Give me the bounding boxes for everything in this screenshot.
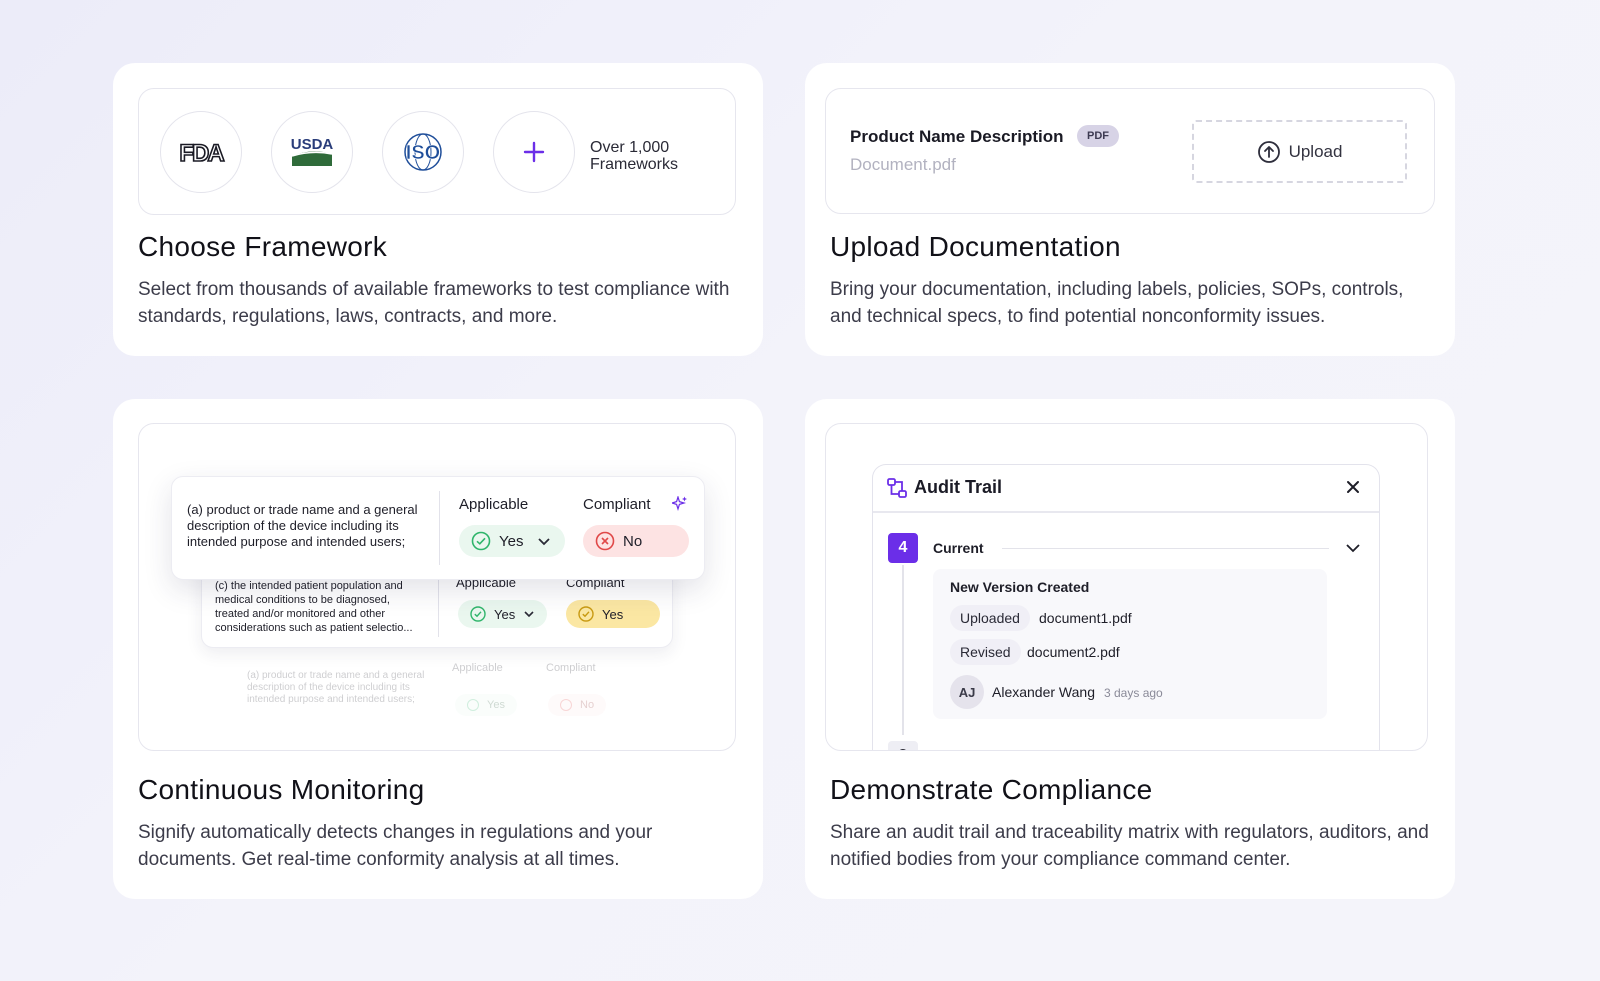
fda-logo[interactable]: FDA [160, 111, 242, 193]
event-title: New Version Created [950, 579, 1090, 595]
svg-text:USDA: USDA [291, 136, 334, 153]
user-name: Alexander Wang [992, 684, 1095, 700]
audit-trail-title: Audit Trail [914, 477, 1003, 497]
add-framework-button[interactable] [493, 111, 575, 193]
iso-logo[interactable]: ISO [382, 111, 464, 193]
next-version-badge: 3 [888, 741, 918, 750]
chevron-down-icon [524, 611, 534, 618]
check-circle-icon [578, 606, 594, 622]
upload-button[interactable]: Upload [1192, 120, 1407, 183]
timeline-line [902, 565, 904, 735]
usda-logo-icon: USDA [291, 136, 334, 166]
x-icon [560, 699, 572, 711]
chevron-down-icon[interactable] [1345, 540, 1361, 556]
framework-logos-box: FDA USDA ISO Over 1,000 Frameworks [138, 88, 736, 215]
audit-trail-panel: Audit Trail 4 Current New Version Create… [872, 464, 1380, 750]
compliance-card: Audit Trail 4 Current New Version Create… [805, 399, 1455, 899]
upload-arrow-icon [1257, 140, 1280, 163]
framework-count-line2: Frameworks [590, 156, 679, 173]
applicable-value-middle: Yes [494, 606, 516, 622]
monitoring-title: Continuous Monitoring [138, 774, 425, 805]
applicable-label-back: Applicable [452, 662, 503, 674]
version-number: 4 [898, 539, 908, 556]
compliance-preview: Audit Trail 4 Current New Version Create… [825, 423, 1428, 751]
upload-title: Upload Documentation [830, 231, 1121, 262]
panel-header-divider [873, 511, 1379, 513]
compliant-label-front: Compliant [583, 496, 651, 513]
avatar-initials: AJ [958, 684, 976, 700]
framework-card: FDA USDA ISO Over 1,000 Frameworks Choos… [113, 63, 763, 356]
compliant-value-front: No [623, 532, 643, 550]
revised-file[interactable]: document2.pdf [1027, 644, 1120, 660]
requirement-row-front: (a) product or trade name and a general … [171, 476, 705, 580]
event-time: 3 days ago [1104, 686, 1163, 700]
applicable-select-middle[interactable]: Yes [458, 600, 548, 628]
document-name: Product Name Description [850, 127, 1064, 146]
fda-logo-icon: FDA [179, 139, 228, 165]
next-version-number: 3 [899, 747, 908, 750]
document-filename: Document.pdf [850, 155, 956, 174]
framework-title: Choose Framework [138, 231, 388, 262]
upload-description: Bring your documentation, including labe… [830, 279, 1404, 327]
applicable-select-front[interactable]: Yes [459, 525, 565, 557]
compliance-title: Demonstrate Compliance [830, 774, 1153, 805]
compliant-select-front[interactable]: No [583, 525, 689, 557]
compliant-value-middle: Yes [602, 606, 624, 622]
divider-front [439, 491, 440, 565]
monitoring-description: Signify automatically detects changes in… [138, 822, 653, 870]
check-icon [467, 699, 479, 711]
compliant-select-back[interactable]: No [548, 694, 607, 716]
requirement-text-front: (a) product or trade name and a general … [187, 502, 418, 549]
applicable-value-front: Yes [499, 532, 524, 550]
requirement-text-middle: (c) the intended patient population and … [215, 580, 413, 634]
compliant-label-back: Compliant [546, 662, 596, 674]
plus-icon [523, 141, 545, 163]
requirement-text-back: (a) product or trade name and a general … [247, 670, 425, 705]
pdf-badge: PDF [1077, 125, 1119, 147]
uploaded-file[interactable]: document1.pdf [1039, 610, 1132, 626]
chevron-down-icon [538, 538, 551, 546]
upload-card: Product Name Description PDF Document.pd… [805, 63, 1455, 356]
svg-text:ISO: ISO [406, 142, 440, 164]
framework-description: Select from thousands of available frame… [138, 279, 730, 327]
version-line [1002, 548, 1329, 549]
avatar: AJ [950, 675, 984, 709]
applicable-select-back[interactable]: Yes [455, 694, 517, 716]
monitoring-preview: (a) product or trade name and a general … [138, 423, 736, 751]
applicable-label-front: Applicable [459, 496, 529, 513]
upload-label: Upload [1288, 141, 1343, 161]
usda-logo[interactable]: USDA [271, 111, 353, 193]
svg-text:FDA: FDA [179, 140, 224, 165]
version-label: Current [933, 540, 984, 556]
compliance-description: Share an audit trail and traceability ma… [830, 822, 1429, 870]
close-icon[interactable] [1345, 479, 1361, 495]
check-circle-icon [470, 606, 486, 622]
sparkle-icon[interactable] [672, 496, 688, 512]
framework-count-line1: Over 1,000 [590, 139, 670, 156]
revised-tag: Revised [950, 639, 1021, 665]
x-circle-icon [595, 531, 615, 551]
uploaded-tag: Uploaded [950, 605, 1030, 631]
compliant-select-middle[interactable]: Yes [566, 600, 660, 628]
event-card: New Version Created Uploaded document1.p… [933, 569, 1327, 719]
check-circle-icon [471, 531, 491, 551]
framework-count: Over 1,000 Frameworks [590, 139, 678, 173]
upload-box-area: Product Name Description PDF Document.pd… [825, 88, 1435, 214]
compliant-value-back: No [580, 699, 595, 711]
applicable-value-back: Yes [487, 699, 505, 711]
divider-middle [438, 575, 439, 637]
audit-trail-icon [887, 478, 907, 498]
iso-logo-icon: ISO [404, 133, 442, 171]
monitoring-card: (a) product or trade name and a general … [113, 399, 763, 899]
version-badge: 4 [888, 533, 918, 563]
